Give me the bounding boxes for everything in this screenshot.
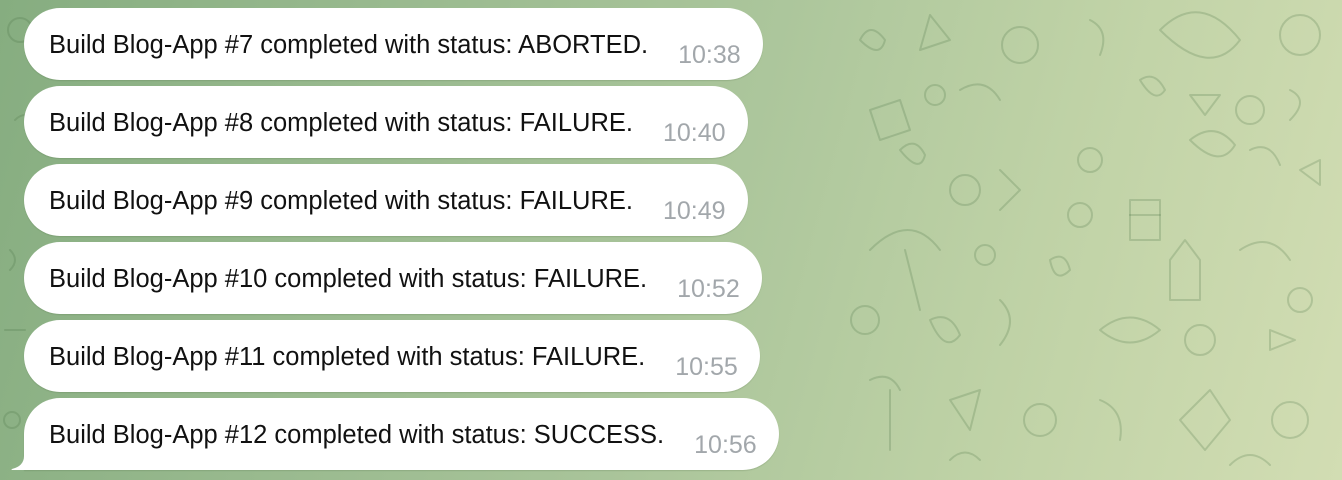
- message-timestamp: 10:55: [675, 353, 738, 381]
- message-text: Build Blog-App #10 completed with status…: [49, 265, 648, 293]
- message-bubble[interactable]: Build Blog-App #9 completed with status:…: [24, 164, 748, 236]
- message-tail-icon: [11, 446, 38, 470]
- message-timestamp: 10:52: [677, 275, 740, 303]
- message-text: Build Blog-App #9 completed with status:…: [49, 187, 633, 215]
- message-timestamp: 10:49: [662, 197, 726, 225]
- message-timestamp: 10:56: [694, 431, 757, 459]
- message-timestamp: 10:40: [662, 119, 726, 147]
- message-bubble[interactable]: Build Blog-App #8 completed with status:…: [24, 86, 748, 158]
- message-text: Build Blog-App #12 completed with status…: [49, 421, 665, 449]
- message-bubble[interactable]: Build Blog-App #10 completed with status…: [24, 242, 762, 314]
- message-timestamp: 10:38: [678, 41, 741, 69]
- message-list: Build Blog-App #7 completed with status:…: [0, 0, 1342, 480]
- message-text: Build Blog-App #7 completed with status:…: [49, 31, 649, 59]
- message-text: Build Blog-App #11 completed with status…: [49, 343, 646, 371]
- message-bubble[interactable]: Build Blog-App #11 completed with status…: [24, 320, 760, 392]
- message-bubble[interactable]: Build Blog-App #7 completed with status:…: [24, 8, 763, 80]
- message-text: Build Blog-App #8 completed with status:…: [49, 109, 633, 137]
- message-bubble[interactable]: Build Blog-App #12 completed with status…: [24, 398, 779, 470]
